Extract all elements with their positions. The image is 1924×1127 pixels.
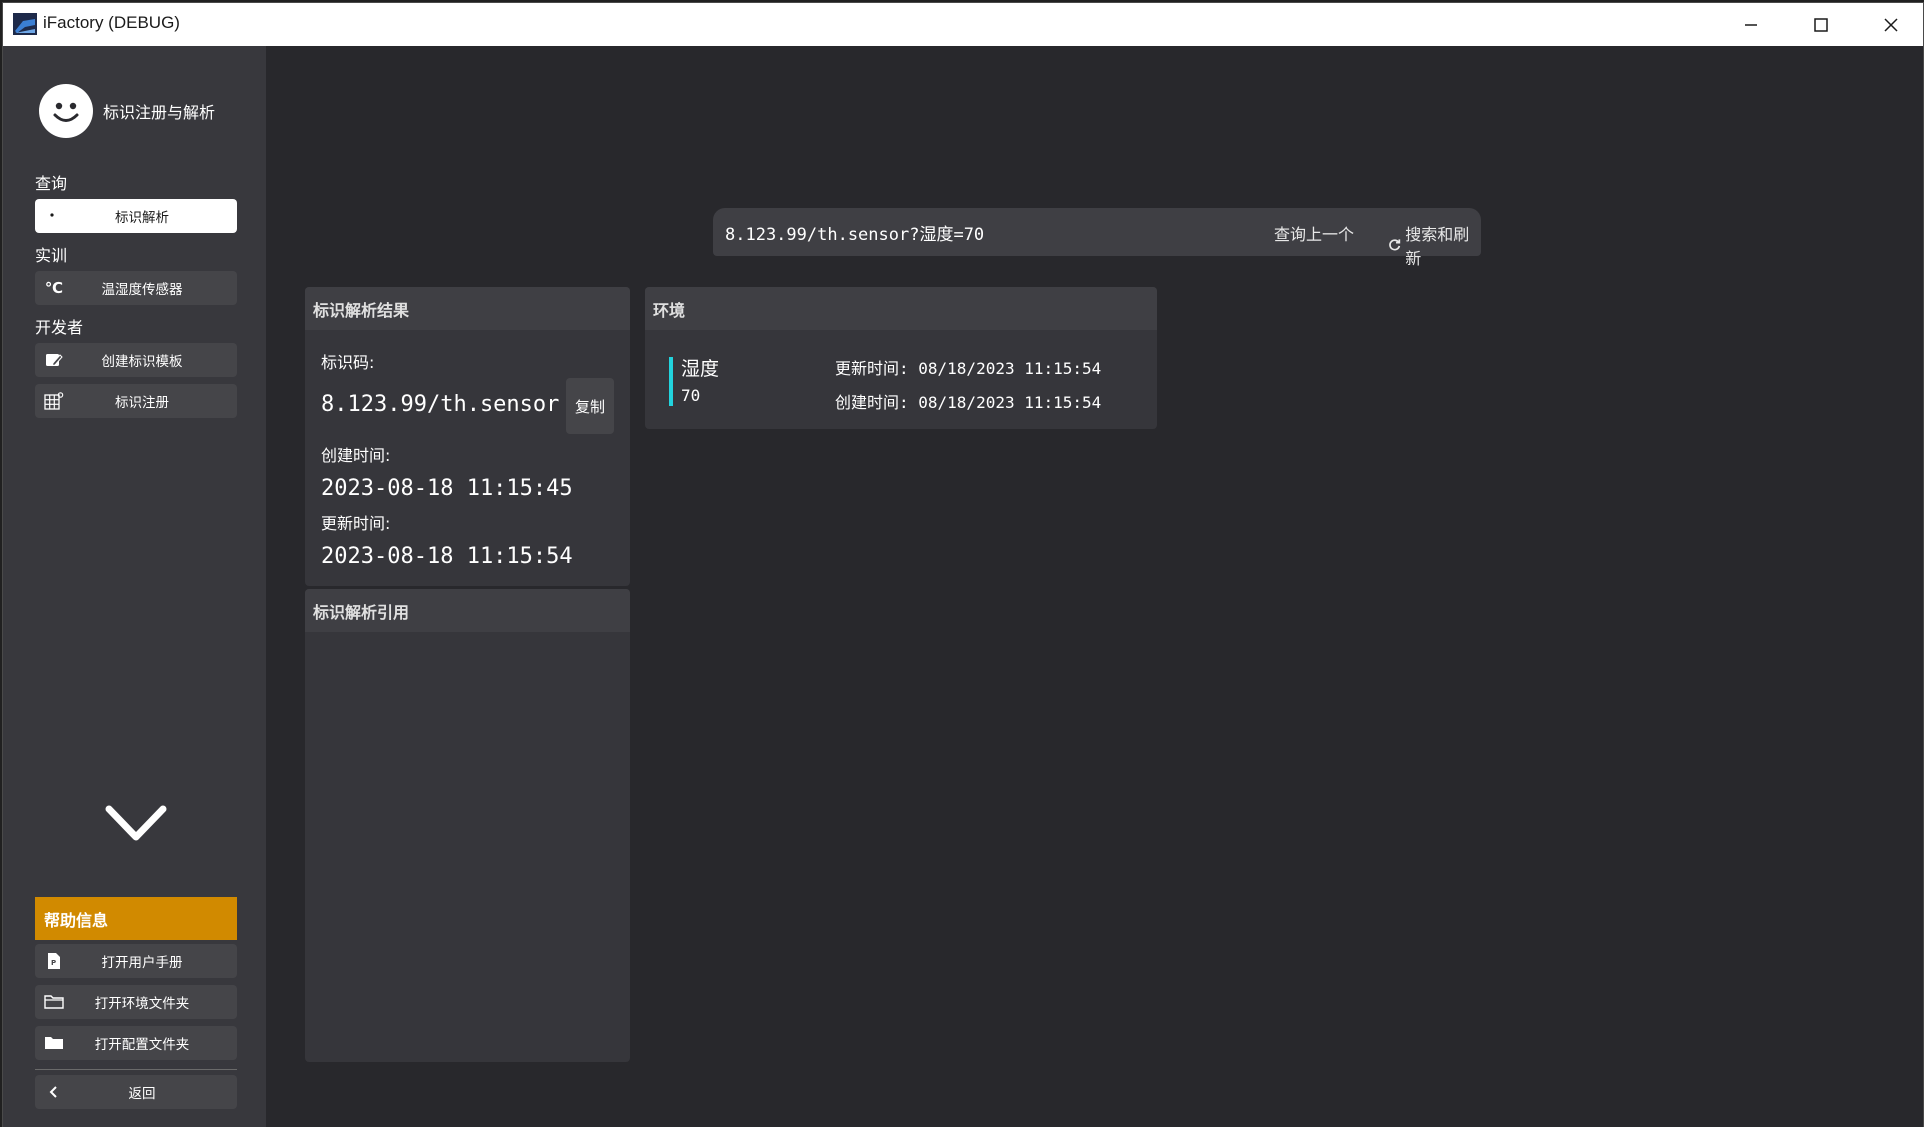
open-config-folder-button[interactable]: 打开配置文件夹 xyxy=(35,1026,237,1060)
sidebar-item-label: 温湿度传感器 xyxy=(101,282,183,298)
profile-name: 标识注册与解析 xyxy=(103,103,216,122)
title-bar: iFactory (DEBUG) xyxy=(3,3,1923,46)
sidebar: 标识注册与解析 查询 标识解析 实训 ℃ 温湿度传感器 开发者 创建标识模板 标… xyxy=(3,46,266,1127)
env-updated-time: 更新时间: 08/18/2023 11:15:54 xyxy=(835,359,1102,378)
folder-outline-icon xyxy=(44,993,64,1011)
copy-button[interactable]: 复制 xyxy=(566,378,614,434)
open-manual-button[interactable]: P 打开用户手册 xyxy=(35,944,237,978)
card-title: 标识解析结果 xyxy=(305,287,630,330)
profile: 标识注册与解析 xyxy=(39,84,215,138)
chevron-left-icon xyxy=(44,1083,64,1101)
search-bar: 查询上一个 搜索和刷新 xyxy=(713,208,1481,268)
window-title: iFactory (DEBUG) xyxy=(43,13,180,32)
env-created-time: 创建时间: 08/18/2023 11:15:54 xyxy=(835,393,1102,412)
search-refresh-label: 搜索和刷新 xyxy=(1405,225,1470,268)
app-logo-icon xyxy=(13,13,37,35)
card-title: 环境 xyxy=(645,287,1157,330)
maximize-button[interactable] xyxy=(1786,3,1856,46)
close-icon xyxy=(1884,17,1898,32)
search-input[interactable] xyxy=(713,208,1253,256)
environment-card: 环境 湿度 70 更新时间: 08/18/2023 11:15:54 创建时间:… xyxy=(645,287,1157,429)
code-value: 8.123.99/th.sensor xyxy=(321,392,560,417)
svg-text:P: P xyxy=(51,959,56,967)
minimize-icon xyxy=(1745,23,1757,26)
resolve-reference-card: 标识解析引用 xyxy=(305,589,630,1062)
query-previous-button[interactable]: 查询上一个 xyxy=(1274,221,1354,245)
grid-icon xyxy=(44,392,64,410)
sidebar-item-resolve[interactable]: 标识解析 xyxy=(35,199,237,233)
env-name: 湿度 xyxy=(681,358,720,380)
section-training: 实训 xyxy=(35,246,68,265)
maximize-icon xyxy=(1814,17,1828,32)
button-label: 返回 xyxy=(128,1086,156,1102)
close-button[interactable] xyxy=(1856,3,1924,46)
button-label: 打开用户手册 xyxy=(101,955,183,971)
updated-value: 2023-08-18 11:15:54 xyxy=(321,544,573,569)
created-value: 2023-08-18 11:15:45 xyxy=(321,476,573,501)
smiley-icon xyxy=(53,102,79,122)
dot-icon xyxy=(44,207,64,225)
celsius-icon: ℃ xyxy=(44,279,64,297)
open-env-folder-button[interactable]: 打开环境文件夹 xyxy=(35,985,237,1019)
back-button[interactable]: 返回 xyxy=(35,1075,237,1109)
divider xyxy=(35,1069,237,1070)
sidebar-item-sensor[interactable]: ℃ 温湿度传感器 xyxy=(35,271,237,305)
sidebar-item-label: 标识解析 xyxy=(115,210,169,226)
sidebar-item-label: 标识注册 xyxy=(115,395,169,411)
avatar xyxy=(39,84,93,138)
main-content: 查询上一个 搜索和刷新 标识解析结果 标识码: 8.123.99/th.sens… xyxy=(266,46,1923,1127)
card-title: 标识解析引用 xyxy=(305,589,630,632)
code-label: 标识码: xyxy=(321,353,375,372)
refresh-icon xyxy=(1389,239,1401,251)
section-query: 查询 xyxy=(35,174,68,193)
help-header: 帮助信息 xyxy=(35,897,237,940)
section-developer: 开发者 xyxy=(35,318,84,337)
folder-icon xyxy=(44,1034,64,1052)
chevron-down-icon[interactable] xyxy=(103,801,169,845)
updated-label: 更新时间: xyxy=(321,514,391,533)
search-refresh-button[interactable]: 搜索和刷新 xyxy=(1388,221,1481,269)
minimize-button[interactable] xyxy=(1716,3,1786,46)
accent-bar xyxy=(669,357,673,406)
sidebar-item-label: 创建标识模板 xyxy=(101,354,183,370)
button-label: 打开环境文件夹 xyxy=(94,996,190,1012)
resolve-result-card: 标识解析结果 标识码: 8.123.99/th.sensor 复制 创建时间: … xyxy=(305,287,630,586)
env-value: 70 xyxy=(681,386,701,405)
app-window: iFactory (DEBUG) 标识注册与解析 查询 标识解析 实训 ℃ 温湿… xyxy=(2,2,1924,1127)
edit-icon xyxy=(44,351,64,369)
pdf-file-icon: P xyxy=(44,952,64,970)
sidebar-item-register[interactable]: 标识注册 xyxy=(35,384,237,418)
button-label: 打开配置文件夹 xyxy=(94,1037,190,1053)
sidebar-item-template[interactable]: 创建标识模板 xyxy=(35,343,237,377)
created-label: 创建时间: xyxy=(321,446,391,465)
